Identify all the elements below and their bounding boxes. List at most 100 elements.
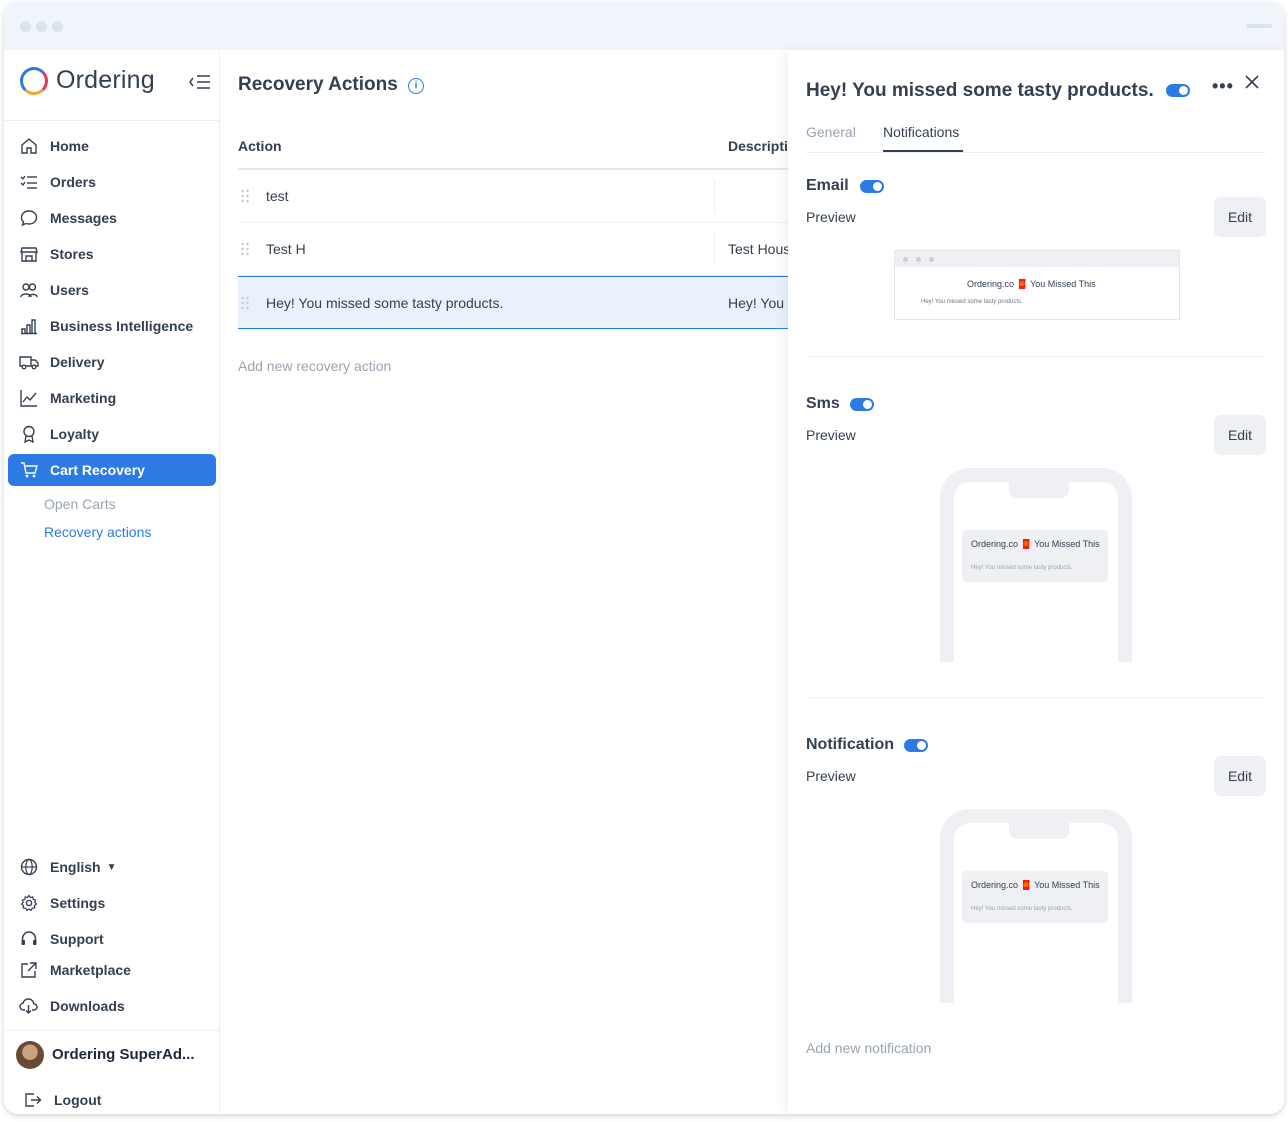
drag-handle-icon[interactable] xyxy=(240,189,250,203)
email-edit-button[interactable]: Edit xyxy=(1214,197,1266,237)
sms-edit-button[interactable]: Edit xyxy=(1214,415,1266,455)
external-link-icon xyxy=(18,959,40,981)
sidebar-item-support[interactable]: Support xyxy=(8,923,216,955)
window-close-dot[interactable] xyxy=(20,21,31,32)
notification-section-title: Notification xyxy=(806,736,894,753)
sidebar-item-marketplace[interactable]: Marketplace xyxy=(8,954,216,986)
sidebar-item-label: Marketing xyxy=(50,390,117,406)
store-icon xyxy=(18,243,40,265)
avatar[interactable] xyxy=(16,1041,44,1069)
sidebar-item-delivery[interactable]: Delivery xyxy=(8,346,216,378)
award-icon xyxy=(18,423,40,445)
sms-toggle[interactable] xyxy=(850,398,874,411)
sidebar-item-orders[interactable]: Orders xyxy=(8,166,216,198)
sidebar-divider xyxy=(4,120,220,121)
email-preview-subject: Ordering.co 🧧 You Missed This xyxy=(967,279,1096,289)
sidebar-item-marketing[interactable]: Marketing xyxy=(8,382,216,414)
info-icon[interactable]: i xyxy=(408,78,424,94)
email-section-title: Email xyxy=(806,177,849,194)
user-name[interactable]: Ordering SuperAd... xyxy=(52,1046,195,1063)
window-minimize-dot[interactable] xyxy=(36,21,47,32)
row-action-name: Test H xyxy=(266,241,306,257)
sidebar-subitem-recovery-actions[interactable]: Recovery actions xyxy=(44,524,151,540)
row-description: Hey! You m xyxy=(728,295,788,311)
email-toggle[interactable] xyxy=(860,180,884,193)
sidebar: Ordering Home Orders Messages Stores Use… xyxy=(4,50,220,1114)
sidebar-item-users[interactable]: Users xyxy=(8,274,216,306)
brand-name: Ordering xyxy=(56,66,155,94)
active-tab-indicator xyxy=(883,150,963,152)
sidebar-item-label: Cart Recovery xyxy=(50,462,145,478)
window-menu-bar-icon xyxy=(1246,24,1272,28)
bar-chart-icon xyxy=(18,315,40,337)
language-label: English xyxy=(50,859,101,875)
main-content: Recovery Actions i Action Descripti test… xyxy=(220,50,788,1114)
notification-phone-preview: Ordering.co 🧧 You Missed This Hey! You m… xyxy=(940,809,1132,1003)
sms-phone-preview: Ordering.co 🧧 You Missed This Hey! You m… xyxy=(940,468,1132,662)
logo-ring-icon xyxy=(20,67,48,95)
sidebar-item-label: Users xyxy=(50,282,89,298)
table-row[interactable]: Test H Test Hous xyxy=(238,223,788,276)
tab-notifications[interactable]: Notifications xyxy=(883,124,959,140)
sidebar-item-loyalty[interactable]: Loyalty xyxy=(8,418,216,450)
detail-panel: Hey! You missed some tasty products. •••… xyxy=(788,50,1284,1114)
close-icon[interactable] xyxy=(1244,74,1260,90)
collapse-sidebar-icon[interactable] xyxy=(188,72,212,92)
cell-divider xyxy=(714,233,715,266)
table-row-selected[interactable]: Hey! You missed some tasty products. Hey… xyxy=(238,276,788,329)
notification-toggle[interactable] xyxy=(904,739,928,752)
drag-handle-icon[interactable] xyxy=(240,296,250,310)
sidebar-item-label: Loyalty xyxy=(50,426,100,442)
sidebar-item-business-intelligence[interactable]: Business Intelligence xyxy=(8,310,216,342)
notification-preview-card: Ordering.co 🧧 You Missed This Hey! You m… xyxy=(962,871,1108,923)
add-notification-link[interactable]: Add new notification xyxy=(806,1040,931,1056)
cloud-download-icon xyxy=(18,995,40,1017)
sidebar-item-stores[interactable]: Stores xyxy=(8,238,216,270)
sidebar-item-home[interactable]: Home xyxy=(8,130,216,162)
truck-icon xyxy=(18,351,40,373)
phone-notch xyxy=(1009,821,1069,839)
sidebar-item-label: Delivery xyxy=(50,354,105,370)
brand-logo[interactable]: Ordering xyxy=(20,64,210,100)
sidebar-item-cart-recovery[interactable]: Cart Recovery xyxy=(8,454,216,486)
home-icon xyxy=(18,135,40,157)
headset-icon xyxy=(18,928,40,950)
sidebar-subitem-open-carts[interactable]: Open Carts xyxy=(44,496,116,512)
table-row[interactable]: test xyxy=(238,170,788,223)
language-selector[interactable]: English ▼ xyxy=(8,851,216,883)
email-preview-titlebar xyxy=(895,251,1179,267)
sms-preview-card: Ordering.co 🧧 You Missed This Hey! You m… xyxy=(962,530,1108,582)
add-recovery-action-link[interactable]: Add new recovery action xyxy=(238,358,391,374)
tab-general[interactable]: General xyxy=(806,124,856,140)
sidebar-item-downloads[interactable]: Downloads xyxy=(8,990,216,1022)
sidebar-item-label: Settings xyxy=(50,895,106,911)
cell-divider xyxy=(714,180,715,213)
sidebar-item-label: Business Intelligence xyxy=(50,318,194,334)
tabs-divider xyxy=(806,152,1266,153)
sms-preview-title: Ordering.co 🧧 You Missed This xyxy=(971,539,1100,549)
sidebar-item-settings[interactable]: Settings xyxy=(8,887,216,919)
cart-icon xyxy=(18,459,40,481)
sidebar-item-label: Marketplace xyxy=(50,962,131,978)
page-title: Recovery Actions xyxy=(238,74,398,95)
app-window: Ordering Home Orders Messages Stores Use… xyxy=(4,2,1284,1114)
logout-button[interactable]: Logout xyxy=(12,1084,220,1114)
sidebar-item-messages[interactable]: Messages xyxy=(8,202,216,234)
notification-preview-label: Preview xyxy=(806,768,856,784)
column-header-action: Action xyxy=(238,138,282,154)
sms-preview-label: Preview xyxy=(806,427,856,443)
cell-divider xyxy=(714,287,715,320)
caret-down-icon: ▼ xyxy=(106,861,117,873)
notification-edit-button[interactable]: Edit xyxy=(1214,756,1266,796)
column-header-description: Descripti xyxy=(728,138,788,154)
window-titlebar xyxy=(4,2,1284,50)
sidebar-item-label: Messages xyxy=(50,210,117,226)
email-preview-card: Ordering.co 🧧 You Missed This Hey! You m… xyxy=(894,250,1180,320)
sidebar-item-label: Stores xyxy=(50,246,94,262)
more-options-icon[interactable]: ••• xyxy=(1212,76,1234,97)
window-maximize-dot[interactable] xyxy=(52,21,63,32)
drag-handle-icon[interactable] xyxy=(240,242,250,256)
users-icon xyxy=(18,279,40,301)
action-enabled-toggle[interactable] xyxy=(1166,84,1190,97)
gear-icon xyxy=(18,892,40,914)
